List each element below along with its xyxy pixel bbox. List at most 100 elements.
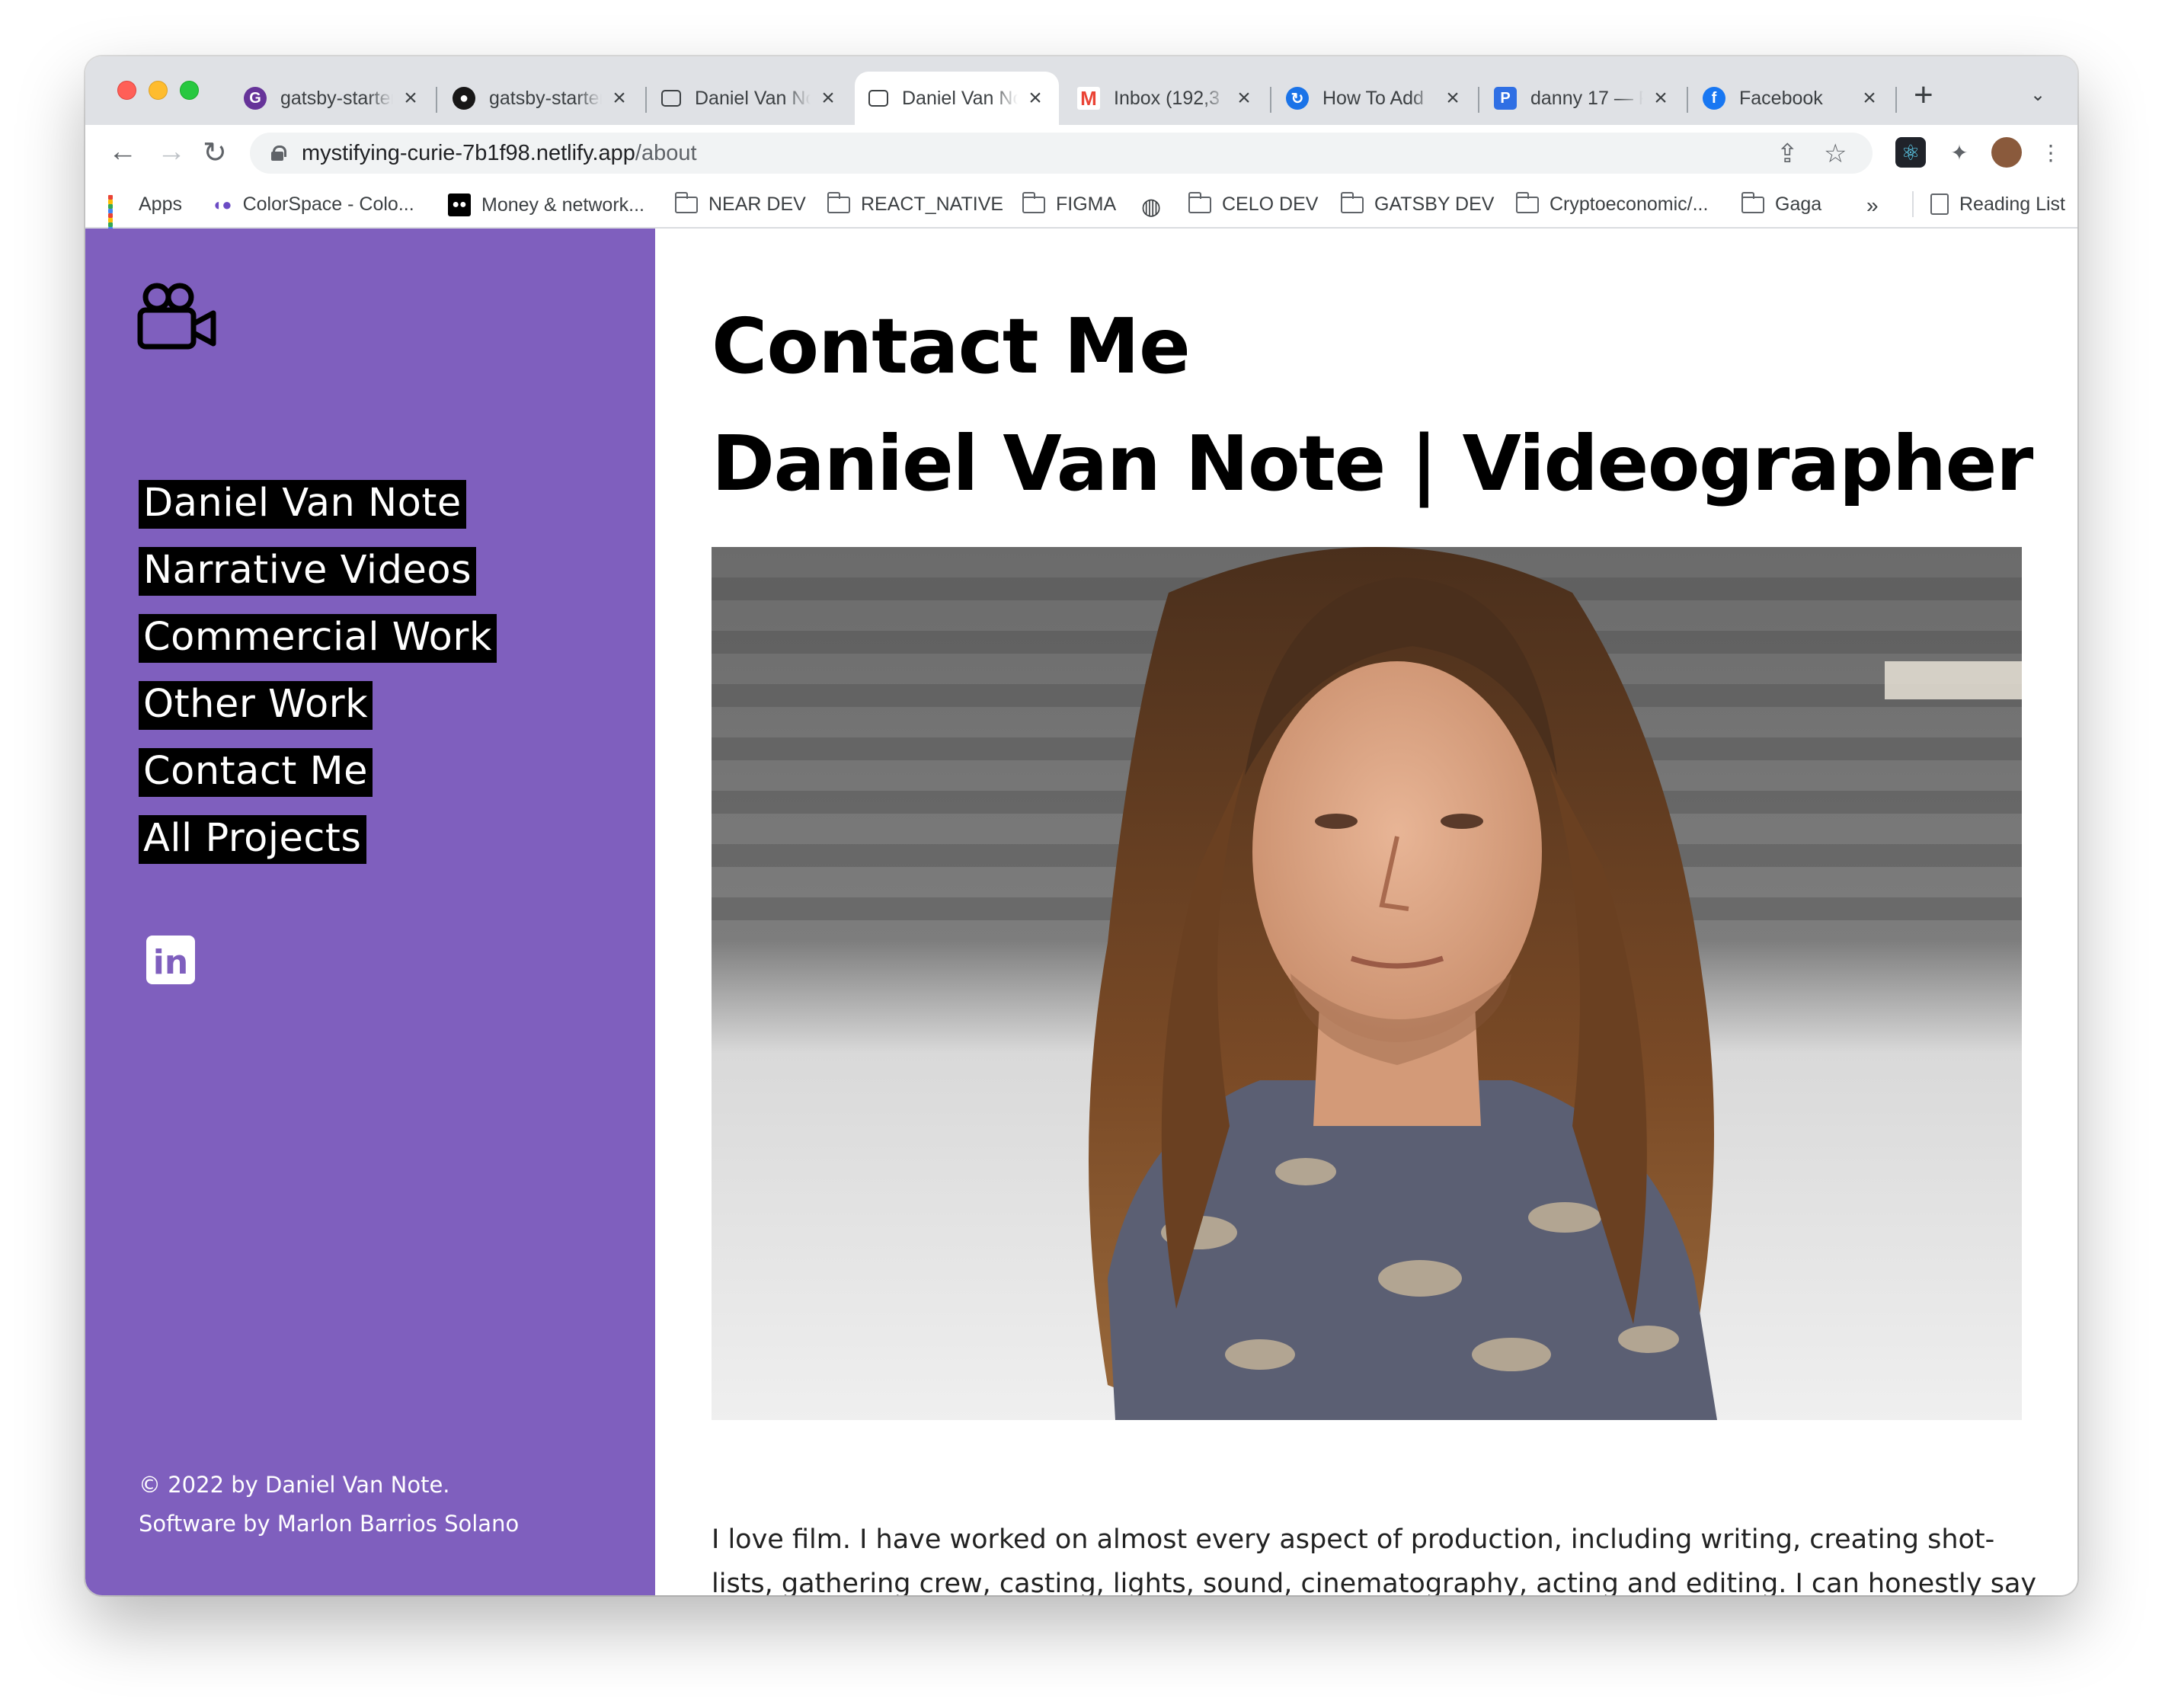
tab-search-chevron-icon[interactable]: ⌄ — [2030, 84, 2045, 106]
bookmark-gaga[interactable]: Gaga — [1741, 191, 1821, 216]
reading-list-label: Reading List — [1959, 193, 2065, 215]
bookmark-globe[interactable]: ◍ — [1141, 194, 1172, 220]
bookmark-star-icon[interactable]: ☆ — [1824, 139, 1847, 169]
bookmarks-overflow-button[interactable]: » — [1866, 194, 1879, 218]
github-icon: ● — [453, 87, 475, 110]
main-content: Contact Me Daniel Van Note | Videographe… — [655, 229, 2077, 1595]
bookmark-near-dev[interactable]: NEAR DEV — [674, 191, 806, 216]
nav-narrative-videos[interactable]: Narrative Videos — [139, 547, 477, 596]
close-tab-icon[interactable]: × — [1443, 85, 1463, 111]
bookmark-label: GATSBY DEV — [1374, 194, 1495, 215]
forward-arrow-icon[interactable]: → — [157, 136, 186, 168]
linkedin-icon[interactable]: in — [146, 936, 195, 984]
tab-gatsby-starter-1[interactable]: G gatsby-starter × — [230, 72, 434, 125]
sidebar-footer: © 2022 by Daniel Van Note. Software by M… — [139, 1466, 519, 1543]
bookmark-label: CELO DEV — [1222, 194, 1319, 215]
bookmark-figma[interactable]: FIGMA — [1022, 191, 1116, 216]
gatsby-icon: G — [244, 87, 267, 110]
tab-facebook[interactable]: f Facebook × — [1689, 72, 1893, 125]
folder-icon — [1022, 191, 1045, 213]
close-window-button[interactable] — [117, 81, 136, 100]
bookmark-colorspace[interactable]: ◖● ColorSpace - Colo... — [212, 194, 414, 216]
address-bar[interactable]: mystifying-curie-7b1f98.netlify.app/abou… — [250, 133, 1873, 174]
medium-icon: ●● — [448, 194, 471, 216]
bookmark-react-native[interactable]: REACT_NATIVE — [827, 191, 1004, 216]
bookmark-label: Cryptoeconomic/... — [1550, 194, 1709, 215]
browser-menu-icon[interactable]: ⋮ — [2036, 137, 2066, 168]
close-tab-icon[interactable]: × — [818, 85, 838, 111]
software-credit-text: Software by Marlon Barrios Solano — [139, 1511, 520, 1537]
tab-title: gatsby-starter — [280, 87, 393, 109]
bookmark-label: ColorSpace - Colo... — [242, 194, 414, 215]
back-arrow-icon[interactable]: ← — [108, 136, 137, 168]
extensions-puzzle-icon[interactable]: ✦ — [1944, 137, 1975, 168]
tab-title: gatsby-starter — [489, 87, 602, 109]
p-logo-icon: P — [1494, 87, 1517, 110]
page-subtitle: Daniel Van Note | Videographer — [712, 419, 2033, 508]
folder-icon — [827, 191, 850, 213]
new-tab-button[interactable]: + — [1914, 76, 1933, 114]
close-tab-icon[interactable]: × — [609, 85, 629, 111]
bookmark-apps[interactable]: Apps — [108, 194, 182, 236]
tab-title: How To Add — [1322, 87, 1424, 109]
browser-window: G gatsby-starter × ● gatsby-starter × Da… — [85, 56, 2077, 1595]
sidebar-nav: Daniel Van Note Narrative Videos Commerc… — [139, 480, 497, 882]
bookmarks-bar: Apps ◖● ColorSpace - Colo... ●● Money & … — [85, 180, 2077, 236]
reading-list-button[interactable]: Reading List — [1912, 191, 2065, 217]
colorspace-icon: ◖● — [212, 194, 232, 214]
globe-icon: ◍ — [1141, 194, 1162, 219]
url-path: /about — [635, 140, 697, 165]
apps-grid-icon — [108, 194, 128, 236]
window-controls — [117, 81, 199, 100]
bookmark-label: NEAR DEV — [708, 194, 806, 215]
tab-danny-17[interactable]: P danny 17 — P × — [1480, 72, 1684, 125]
about-paragraph: I love film. I have worked on almost eve… — [712, 1524, 2037, 1595]
folder-icon — [674, 191, 698, 213]
bookmark-label: Apps — [139, 194, 182, 215]
tab-title: Daniel Van Note — [902, 87, 1018, 109]
bookmark-gatsby-dev[interactable]: GATSBY DEV — [1340, 191, 1495, 216]
tab-title: Facebook — [1739, 87, 1823, 109]
folder-icon — [1188, 191, 1211, 213]
close-tab-icon[interactable]: × — [1025, 85, 1045, 111]
bookmark-label: REACT_NATIVE — [861, 194, 1004, 215]
tab-title: Daniel Van Note — [695, 87, 811, 109]
tab-daniel-van-note-active[interactable]: Daniel Van Note × — [855, 72, 1059, 125]
folder-icon — [1741, 191, 1764, 213]
close-tab-icon[interactable]: × — [1234, 85, 1254, 111]
close-tab-icon[interactable]: × — [1651, 85, 1671, 111]
nav-daniel-van-note[interactable]: Daniel Van Note — [139, 480, 466, 529]
nav-commercial-work[interactable]: Commercial Work — [139, 614, 497, 663]
bookmark-cryptoeconomic[interactable]: Cryptoeconomic/... — [1515, 191, 1709, 216]
tab-how-to-add[interactable]: ↻ How To Add × — [1272, 72, 1476, 125]
copyright-text: © 2022 by Daniel Van Note. — [139, 1472, 450, 1498]
zoom-window-button[interactable] — [180, 81, 199, 100]
bookmark-celo-dev[interactable]: CELO DEV — [1188, 191, 1319, 216]
reading-list-icon — [1930, 194, 1949, 215]
react-devtools-icon[interactable]: ⚛ — [1895, 137, 1926, 168]
nav-other-work[interactable]: Other Work — [139, 681, 373, 730]
refresh-logo-icon: ↻ — [1286, 87, 1309, 110]
tab-title: danny 17 — P — [1530, 87, 1643, 109]
video-camera-icon[interactable] — [137, 282, 216, 350]
camera-icon — [661, 90, 681, 107]
nav-contact-me[interactable]: Contact Me — [139, 748, 373, 797]
bookmark-money-network[interactable]: ●● Money & network... — [448, 194, 644, 216]
share-icon[interactable]: ⇪ — [1777, 139, 1799, 169]
url-host: mystifying-curie-7b1f98.netlify.app — [302, 140, 635, 165]
tab-gatsby-starter-2[interactable]: ● gatsby-starter × — [439, 72, 643, 125]
tab-daniel-van-note-1[interactable]: Daniel Van Note × — [648, 72, 852, 125]
tab-inbox[interactable]: M Inbox (192,3 × — [1063, 72, 1268, 125]
nav-all-projects[interactable]: All Projects — [139, 815, 366, 864]
browser-toolbar: ← → ↻ mystifying-curie-7b1f98.netlify.ap… — [85, 125, 2077, 180]
folder-icon — [1340, 191, 1364, 213]
portrait-photo — [712, 547, 2022, 1420]
minimize-window-button[interactable] — [149, 81, 168, 100]
reload-icon[interactable]: ↻ — [203, 136, 227, 170]
close-tab-icon[interactable]: × — [1860, 85, 1879, 111]
facebook-icon: f — [1703, 87, 1725, 110]
close-tab-icon[interactable]: × — [401, 85, 421, 111]
tab-title: Inbox (192,3 — [1114, 87, 1220, 109]
tab-strip: G gatsby-starter × ● gatsby-starter × Da… — [85, 56, 2077, 125]
profile-avatar[interactable] — [1991, 137, 2022, 168]
